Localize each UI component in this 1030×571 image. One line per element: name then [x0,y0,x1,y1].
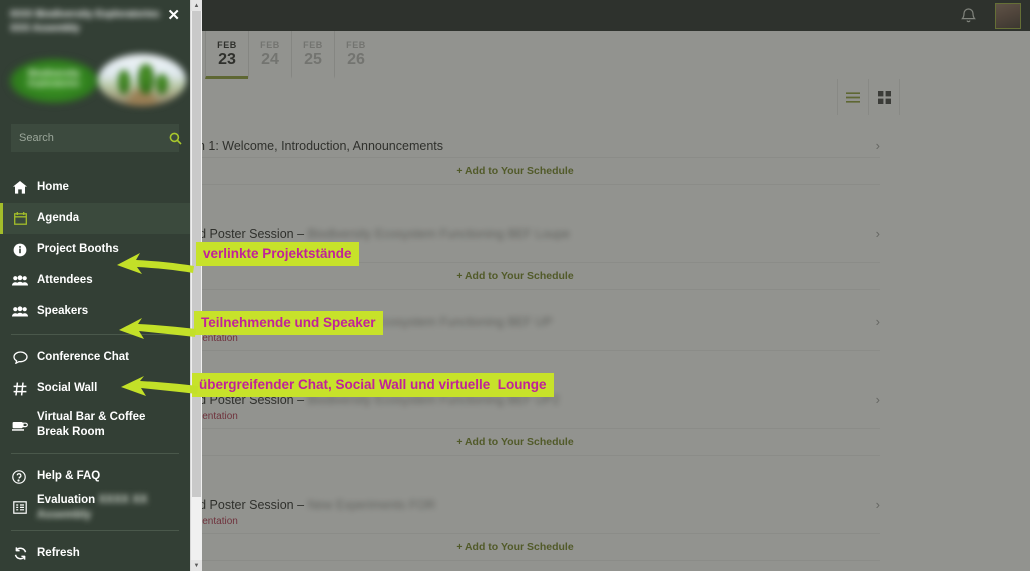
search-input[interactable] [11,132,169,144]
nav-divider [11,453,179,454]
sidebar-item-evaluation[interactable]: Evaluation XXXX XX Assembly [0,492,190,523]
info-icon [3,243,37,257]
session-card: 15:00 Video and Poster Session – New Exp… [150,474,880,561]
people-icon [3,306,37,317]
chevron-right-icon[interactable]: › [856,138,880,153]
coffee-icon [3,419,37,431]
date-tab-0[interactable]: FEB 23 [205,31,248,79]
session-card: 13:30 – Session 1: Welcome, Introduction… [150,115,880,185]
logo-line-1: Biodiversity [28,68,80,78]
sidebar-item-refresh[interactable]: Refresh [0,538,190,569]
people-icon [3,275,37,286]
user-avatar[interactable] [995,2,1021,29]
annotation-attendees-speakers: Teilnehmende und Speaker [194,311,383,335]
session-time: 15:00 [150,474,880,491]
session-tag: Poster Presentation [150,516,238,527]
session-row[interactable]: – Session 1: Welcome, Introduction, Anno… [150,132,880,157]
drawer-search [0,118,190,152]
session-tag: Poster Presentation [150,411,238,422]
date-tab-1[interactable]: FEB 24 [248,31,291,79]
sidebar-item-label: Virtual Bar & Coffee Break Room [37,411,146,438]
search-icon[interactable] [169,132,190,145]
logo-secondary [98,54,186,106]
logo-primary: Biodiversity Exploratories [8,58,100,104]
organization-logo: Biodiversity Exploratories [6,52,186,110]
scroll-up-arrow-icon[interactable]: ▲ [191,0,202,11]
session-tag: Poster Presentation [150,333,238,344]
drawer-title: IXXX Biodiversity Exploratories XXX Asse… [10,9,160,34]
drawer-header: IXXX Biodiversity Exploratories XXX Asse… [0,0,190,118]
date-tab-2[interactable]: FEB 25 [291,31,334,79]
date-tab-month: FEB [217,39,237,50]
date-tab-month: FEB [260,39,280,50]
list-view-button[interactable] [837,79,868,115]
date-tab-day: 23 [218,50,236,68]
nav-divider [11,530,179,531]
tree-shape-icon [138,64,154,94]
date-tab-month: FEB [303,39,323,50]
add-to-schedule-button[interactable]: + Add to Your Schedule [150,262,880,289]
session-time: 15:00 [150,203,880,220]
form-icon [3,501,37,514]
question-icon [3,469,37,484]
date-tab-day: 24 [261,50,279,68]
annotation-arrow-project-booths [117,253,194,274]
sidebar-item-label: Speakers [37,305,89,317]
search-box[interactable] [11,124,182,152]
calendar-icon [3,212,37,225]
home-icon [3,181,37,194]
add-to-schedule-button[interactable]: + Add to Your Schedule [150,533,880,560]
session-row[interactable]: Video and Poster Session – New Experimen… [150,491,880,516]
session-title: – Session 1: Welcome, Introduction, Anno… [150,138,443,153]
close-icon[interactable]: ✕ [167,8,180,23]
annotation-chat-social-lounge: übergreifender Chat, Social Wall und vir… [192,373,554,397]
date-tab-3[interactable]: FEB 26 [334,31,377,79]
sidebar-item-label: Help & FAQ [37,470,101,482]
annotation-arrow-speakers [119,318,196,339]
date-tabs: FEB 23 FEB 24 FEB 25 FEB 26 [205,31,377,79]
sidebar-item-help-faq[interactable]: Help & FAQ [0,461,190,492]
date-tab-day: 25 [304,50,322,68]
drawer-nav: Home Agenda Project Booths Attendees Spe… [0,172,190,569]
sidebar-item-label: Evaluation XXXX XX Assembly [37,493,148,521]
add-to-schedule-button[interactable]: + Add to Your Schedule [150,428,880,455]
add-to-schedule-button[interactable]: + Add to Your Schedule [150,157,880,184]
chevron-right-icon[interactable]: › [856,392,880,407]
notifications-bell-icon[interactable] [955,3,981,29]
scroll-down-arrow-icon[interactable]: ▼ [191,560,202,571]
refresh-icon [3,546,37,561]
sidebar-item-label: Home [37,181,69,193]
sidebar-item-label: Attendees [37,274,93,286]
chevron-right-icon[interactable]: › [856,226,880,241]
sidebar-item-label: Project Booths [37,243,119,255]
sidebar-item-home[interactable]: Home [0,172,190,203]
sidebar-item-label: Social Wall [37,382,98,394]
sidebar-item-label: Agenda [37,212,80,224]
view-toggle-group [837,79,900,115]
annotation-project-booths: verlinkte Projektstände [196,242,359,266]
sidebar-item-agenda[interactable]: Agenda [0,203,190,234]
session-title: Video and Poster Session – New Experimen… [150,497,436,512]
date-tab-month: FEB [346,39,366,50]
screenshot-root: FEB 23 FEB 24 FEB 25 FEB 26 – Session 1:… [0,0,1030,571]
annotation-arrow-social-wall [121,376,198,396]
session-title: Video and Poster Session – Biodiversity … [150,226,571,241]
tree-shape-icon [156,74,168,94]
logo-line-2: Exploratories [28,79,80,88]
hash-icon [3,382,37,396]
chevron-right-icon[interactable]: › [856,497,880,512]
date-tab-day: 26 [347,50,365,68]
chevron-right-icon[interactable]: › [856,314,880,329]
sidebar-item-label: Refresh [37,547,80,559]
tree-shape-icon [118,70,130,94]
session-time: 13:30 [150,115,880,132]
chat-icon [3,351,37,364]
grid-view-button[interactable] [868,79,900,115]
